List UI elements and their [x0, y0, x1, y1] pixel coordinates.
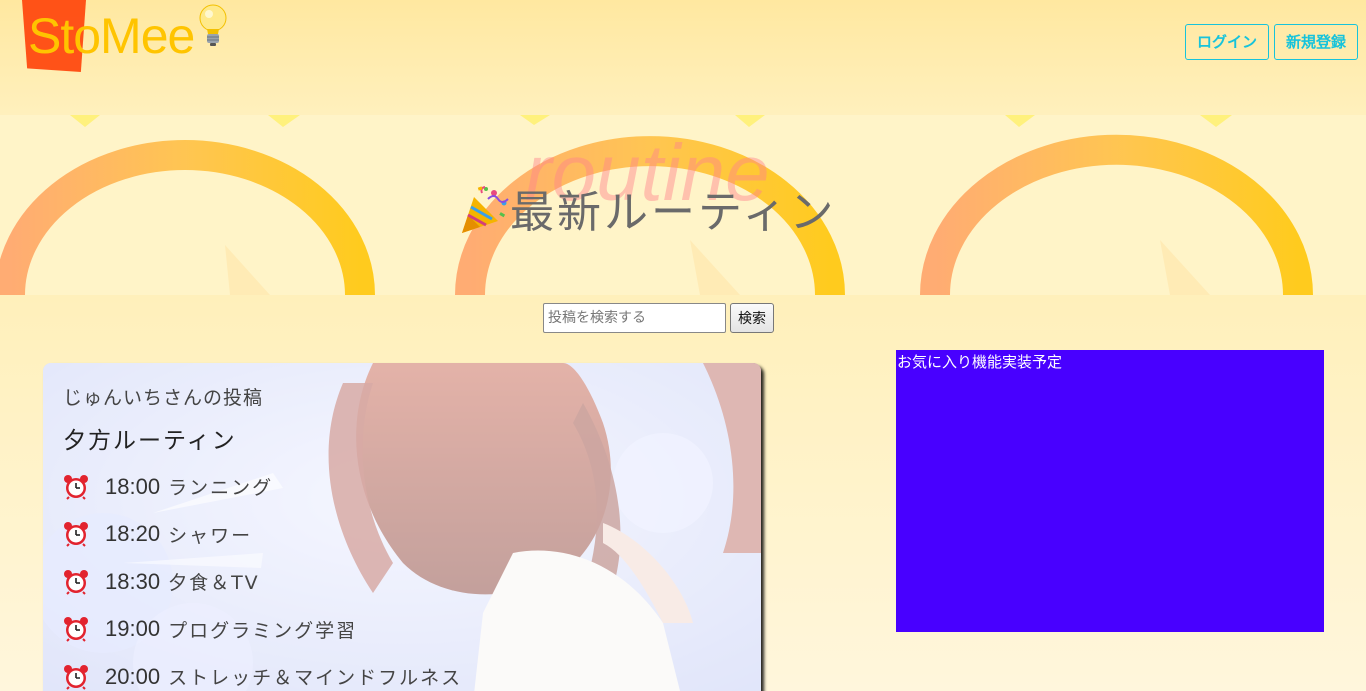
- routine-item: 19:00 プログラミング学習: [63, 606, 741, 654]
- alarm-clock-icon: [63, 569, 89, 595]
- site-header: StoMee ログイン 新規登録: [0, 0, 1366, 115]
- alarm-clock-icon: [63, 521, 89, 547]
- hero-banner: routine 最新ルーティン: [0, 115, 1366, 295]
- party-popper-icon: [458, 186, 510, 239]
- post-title: 夕方ルーティン: [63, 428, 237, 454]
- routine-time: 18:00: [105, 473, 161, 499]
- post-content: じゅんいちさんの投稿 夕方ルーティン 18:00 ランニング 18:20 シャワ…: [63, 381, 741, 691]
- search-button[interactable]: 検索: [730, 303, 774, 333]
- logo-text: StoMee: [28, 8, 195, 64]
- favorites-panel: お気に入り機能実装予定: [896, 350, 1324, 632]
- alarm-clock-icon: [63, 616, 89, 642]
- routine-list: 18:00 ランニング 18:20 シャワー 18:30 夕食＆TV 19:00…: [63, 463, 741, 691]
- alarm-clock-icon: [63, 664, 89, 690]
- page-title: 最新ルーティン: [458, 185, 836, 241]
- routine-time: 20:00: [105, 663, 161, 689]
- routine-task: ランニング: [168, 477, 274, 500]
- routine-item: 20:00 ストレッチ＆マインドフルネス: [63, 653, 741, 691]
- routine-task: シャワー: [168, 524, 253, 547]
- routine-item: 18:00 ランニング: [63, 463, 741, 511]
- search-input[interactable]: [543, 303, 726, 333]
- post-card[interactable]: じゅんいちさんの投稿 夕方ルーティン 18:00 ランニング 18:20 シャワ…: [43, 363, 761, 691]
- alarm-clock-icon: [63, 474, 89, 500]
- page-title-text: 最新ルーティン: [510, 187, 837, 238]
- login-button[interactable]: ログイン: [1184, 24, 1269, 60]
- routine-task: 夕食＆TV: [168, 572, 260, 595]
- site-logo[interactable]: StoMee: [22, 0, 230, 72]
- lightbulb-icon: [196, 2, 230, 60]
- routine-time: 19:00: [105, 616, 161, 642]
- search-form: 検索: [543, 303, 774, 333]
- auth-buttons: ログイン 新規登録: [1184, 24, 1358, 60]
- routine-task: プログラミング学習: [168, 619, 358, 642]
- routine-item: 18:20 シャワー: [63, 511, 741, 559]
- routine-time: 18:20: [105, 521, 161, 547]
- routine-time: 18:30: [105, 568, 161, 594]
- signup-button[interactable]: 新規登録: [1273, 24, 1358, 60]
- post-author: じゅんいちさんの投稿: [63, 387, 264, 409]
- routine-item: 18:30 夕食＆TV: [63, 558, 741, 606]
- favorites-text: お気に入り機能実装予定: [897, 353, 1063, 371]
- routine-task: ストレッチ＆マインドフルネス: [168, 667, 463, 690]
